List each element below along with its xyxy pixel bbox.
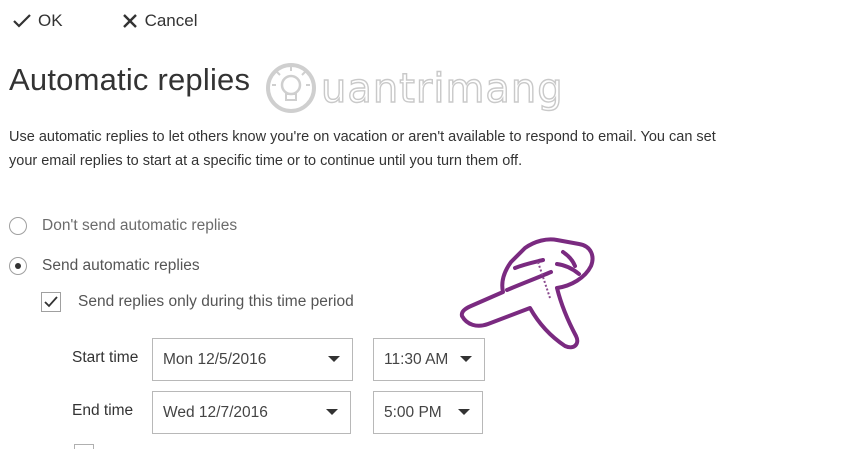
toolbar: OK Cancel [12, 9, 197, 33]
send-label: Send automatic replies [42, 257, 200, 274]
send-radio[interactable] [9, 257, 27, 275]
end-time-value: 5:00 PM [384, 403, 442, 421]
time-period-label: Send replies only during this time perio… [78, 293, 354, 310]
ok-label: OK [38, 11, 63, 30]
page-title: Automatic replies [9, 62, 251, 97]
chevron-down-icon [458, 409, 470, 415]
start-time-value: 11:30 AM [384, 350, 449, 368]
start-date-value: Mon 12/5/2016 [163, 350, 267, 368]
end-time-select[interactable]: 5:00 PM [373, 391, 483, 434]
dont-send-label: Don't send automatic replies [42, 217, 238, 234]
end-time-label: End time [72, 402, 134, 419]
cancel-button[interactable]: Cancel [121, 11, 198, 31]
dont-send-option[interactable]: Don't send automatic replies [9, 217, 237, 235]
end-date-select[interactable]: Wed 12/7/2016 [152, 391, 351, 434]
close-icon [122, 14, 137, 28]
end-date-value: Wed 12/7/2016 [163, 403, 268, 421]
chevron-down-icon [328, 356, 340, 362]
description: Use automatic replies to let others know… [9, 125, 849, 173]
ok-button[interactable]: OK [12, 11, 63, 31]
time-period-option[interactable]: Send replies only during this time perio… [41, 292, 354, 312]
chevron-down-icon [460, 356, 472, 362]
next-option-checkbox[interactable] [74, 444, 94, 449]
description-line-2: your email replies to start at a specifi… [9, 153, 523, 169]
automatic-replies-page: OK Cancel Automatic replies uantrimang U… [0, 0, 849, 449]
description-line-1: Use automatic replies to let others know… [9, 129, 716, 145]
pointing-hand-icon [459, 237, 595, 350]
cancel-label: Cancel [144, 11, 198, 30]
lightbulb-icon [266, 63, 316, 113]
watermark-text: uantrimang [320, 65, 564, 112]
send-option[interactable]: Send automatic replies [9, 257, 200, 275]
checkmark-icon [13, 14, 31, 28]
chevron-down-icon [326, 409, 338, 415]
time-period-checkbox[interactable] [41, 292, 61, 312]
start-date-select[interactable]: Mon 12/5/2016 [152, 338, 353, 381]
dont-send-radio[interactable] [9, 217, 27, 235]
start-time-label: Start time [72, 349, 139, 366]
checkmark-icon [44, 296, 58, 308]
